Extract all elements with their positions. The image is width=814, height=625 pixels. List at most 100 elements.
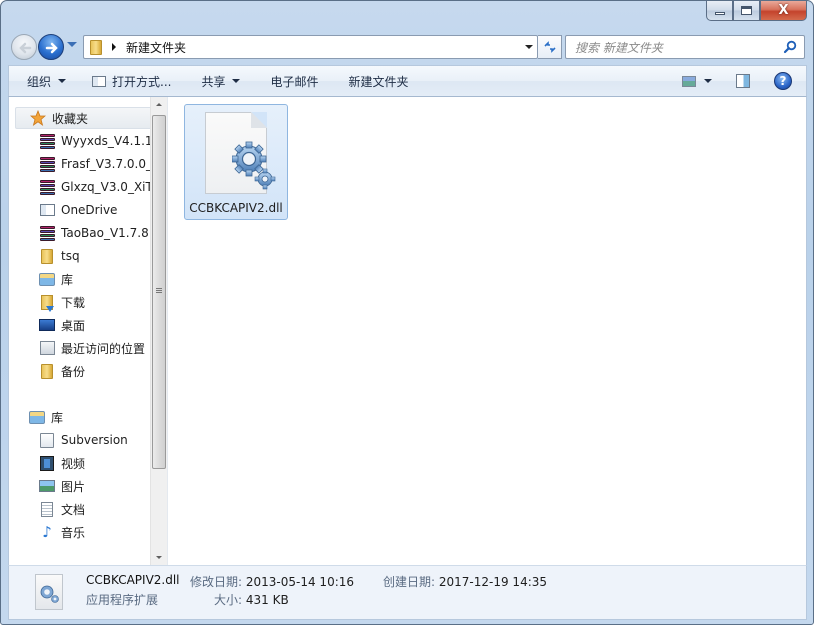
back-button[interactable]	[11, 34, 37, 60]
forward-button[interactable]	[38, 34, 64, 60]
recent-pages-dropdown[interactable]	[67, 42, 77, 47]
sidebar-item-downloads[interactable]: 下载	[39, 291, 157, 313]
folder-icon	[90, 39, 102, 55]
scroll-down-arrow-icon[interactable]	[156, 556, 162, 559]
search-box[interactable]: 搜索 新建文件夹	[565, 35, 805, 59]
sidebar-item-label: Glxzq_V3.0_XiTongZhiJia	[61, 180, 157, 194]
sidebar-item-label: 备份	[61, 364, 86, 379]
open-with-label: 打开方式...	[112, 74, 172, 89]
preview-pane-icon[interactable]	[736, 74, 750, 88]
size-value: 431 KB	[245, 593, 289, 607]
open-with-button[interactable]: 打开方式...	[84, 69, 179, 93]
change-view-icon[interactable]	[682, 75, 696, 87]
sidebar-item-frasf[interactable]: Frasf_V3.7.0.0_XiTongZhiJia	[39, 153, 157, 175]
pictures-icon	[39, 478, 55, 494]
sidebar-item-wyyxds[interactable]: Wyyxds_V4.1.1.1	[39, 130, 157, 152]
new-folder-label: 新建文件夹	[348, 74, 409, 89]
sidebar-item-documents[interactable]: 文档	[39, 498, 157, 520]
sidebar-item-videos[interactable]: 视频	[39, 452, 157, 474]
winrar-archive-icon	[39, 225, 55, 241]
sidebar-item-label: 最近访问的位置	[61, 341, 146, 356]
navigation-pane-scrollbar[interactable]	[150, 97, 167, 565]
sidebar-item-subversion[interactable]: Subversion	[39, 429, 157, 451]
sidebar-item-tsq[interactable]: tsq	[39, 245, 157, 267]
sidebar-libraries-label: 库	[51, 410, 64, 425]
winrar-archive-icon	[39, 156, 55, 172]
sidebar-item-label: OneDrive	[61, 203, 118, 217]
email-button[interactable]: 电子邮件	[262, 69, 326, 93]
winrar-archive-icon	[39, 133, 55, 149]
file-list: CCBKCAPIV2.dll	[175, 97, 806, 565]
breadcrumb-separator-icon[interactable]	[112, 43, 116, 51]
desktop-icon	[39, 317, 55, 333]
back-arrow-icon	[19, 42, 32, 54]
documents-icon	[39, 501, 55, 517]
details-file-type: 应用程序扩展	[86, 593, 159, 607]
minimize-button[interactable]	[706, 1, 733, 21]
share-button[interactable]: 共享	[193, 69, 248, 93]
pane-splitter[interactable]	[167, 97, 175, 565]
details-created: 创建日期: 2017-12-19 14:35	[383, 573, 547, 590]
dll-gear-file-icon	[205, 112, 276, 194]
winrar-archive-icon	[39, 179, 55, 195]
view-options-dropdown-icon[interactable]	[704, 79, 712, 83]
size-label: 大小:	[214, 593, 243, 607]
sidebar-item-backup[interactable]: 备份	[39, 360, 157, 382]
sidebar-item-label: 图片	[61, 479, 86, 494]
sidebar-favorites-header[interactable]: 收藏夹	[15, 107, 159, 129]
minimize-icon	[714, 12, 725, 15]
sidebar-item-library[interactable]: 库	[39, 268, 157, 290]
refresh-icon	[543, 41, 556, 53]
sidebar-item-label: tsq	[61, 249, 80, 263]
scroll-up-arrow-icon[interactable]	[156, 103, 162, 106]
library-icon	[29, 409, 45, 425]
chevron-down-icon	[232, 79, 241, 83]
created-label: 创建日期:	[383, 575, 436, 589]
close-button[interactable]: X	[760, 1, 807, 21]
application-window-icon	[92, 75, 107, 87]
search-icon[interactable]	[783, 40, 797, 54]
scrollbar-grip-icon	[156, 288, 162, 294]
recent-places-icon	[39, 340, 55, 356]
maximize-button[interactable]	[733, 1, 760, 21]
sidebar-item-label: TaoBao_V1.7.8.	[61, 226, 153, 240]
organize-button[interactable]: 组织	[19, 69, 74, 93]
sidebar-item-label: 音乐	[61, 525, 86, 540]
help-icon[interactable]: ?	[774, 72, 792, 90]
scrollbar-thumb[interactable]	[152, 115, 166, 469]
sidebar-item-label: Subversion	[61, 433, 128, 447]
folder-icon	[39, 363, 55, 379]
gear-icon	[40, 585, 59, 603]
sidebar-item-label: Frasf_V3.7.0.0_XiTongZhiJia	[61, 157, 157, 171]
sidebar-item-glxzq[interactable]: Glxzq_V3.0_XiTongZhiJia	[39, 176, 157, 198]
folder-icon	[39, 248, 55, 264]
sidebar-item-label: 下载	[61, 295, 86, 310]
breadcrumb-item[interactable]: 新建文件夹	[126, 39, 186, 56]
sidebar-libraries-header[interactable]: 库	[15, 406, 159, 428]
email-label: 电子邮件	[270, 74, 319, 89]
file-item[interactable]: CCBKCAPIV2.dll	[184, 104, 288, 220]
onedrive-icon	[39, 202, 55, 218]
share-label: 共享	[201, 74, 226, 89]
navigation-pane: 收藏夹 Wyyxds_V4.1.1.1 Frasf_V3.7.0.0_XiTon…	[9, 97, 167, 565]
sidebar-item-onedrive[interactable]: OneDrive	[39, 199, 157, 221]
forward-arrow-icon	[45, 42, 58, 54]
file-thumbnail	[35, 574, 63, 610]
star-icon	[30, 110, 46, 126]
command-bar: 组织 打开方式... 共享 电子邮件 新建文件夹 ?	[8, 65, 807, 97]
organize-label: 组织	[27, 74, 52, 89]
navigation-bar: 新建文件夹 搜索 新建文件夹	[9, 32, 809, 62]
address-dropdown-icon[interactable]	[525, 45, 533, 49]
refresh-button[interactable]	[538, 35, 562, 59]
caption-buttons: X	[706, 1, 807, 21]
sidebar-item-desktop[interactable]: 桌面	[39, 314, 157, 336]
videos-icon	[39, 455, 55, 471]
sidebar-item-recent-places[interactable]: 最近访问的位置	[39, 337, 157, 359]
new-folder-button[interactable]: 新建文件夹	[341, 69, 417, 93]
details-file-name: CCBKCAPIV2.dll	[86, 573, 180, 587]
details-modified: 修改日期: 2013-05-14 10:16	[190, 573, 354, 590]
address-bar[interactable]: 新建文件夹	[83, 35, 538, 59]
sidebar-item-taobao[interactable]: TaoBao_V1.7.8.	[39, 222, 157, 244]
sidebar-item-pictures[interactable]: 图片	[39, 475, 157, 497]
sidebar-item-music[interactable]: ♪ 音乐	[39, 521, 157, 543]
